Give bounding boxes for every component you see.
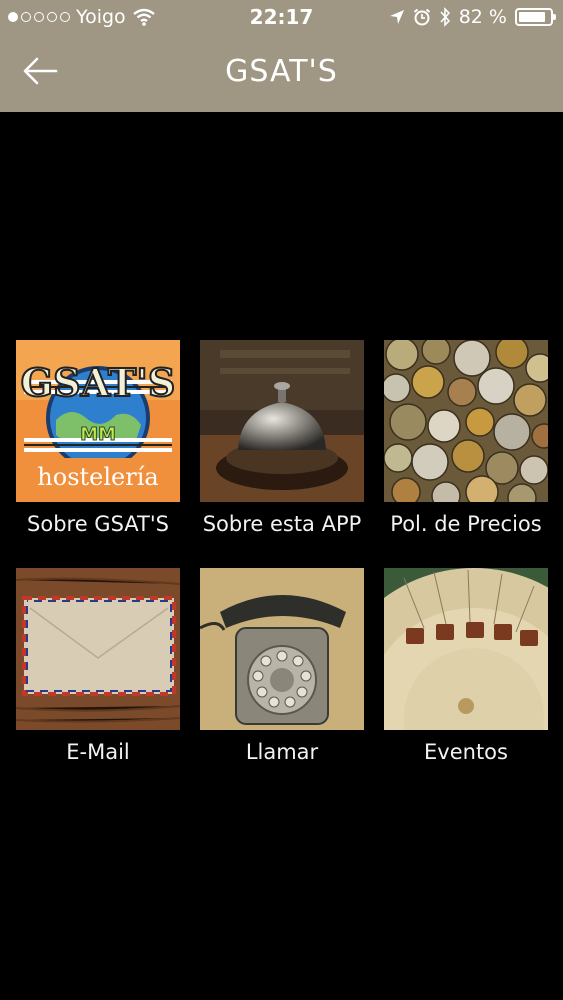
tile-label: Llamar xyxy=(245,740,319,764)
tile-label: Sobre esta APP xyxy=(202,512,362,536)
tile-label: Sobre GSAT'S xyxy=(27,512,169,536)
tile-email[interactable]: E-Mail xyxy=(16,568,180,764)
top-bar: Yoigo 22:17 82 % GSAT'S xyxy=(0,0,563,112)
tile-eventos[interactable]: Eventos xyxy=(384,568,548,764)
status-bar: Yoigo 22:17 82 % xyxy=(0,0,563,36)
telephone-image xyxy=(200,568,364,730)
tile-label: Pol. de Precios xyxy=(390,512,542,536)
nav-bar: GSAT'S xyxy=(0,40,563,108)
alarm-clock-icon xyxy=(413,8,430,26)
bluetooth-icon xyxy=(440,7,450,27)
logo-badge: MM xyxy=(80,424,116,445)
battery-icon xyxy=(515,8,556,26)
location-arrow-icon xyxy=(389,10,404,24)
tile-sobre-app[interactable]: Sobre esta APP xyxy=(200,340,364,536)
tile-label: Eventos xyxy=(424,740,508,764)
tile-llamar[interactable]: Llamar xyxy=(200,568,364,764)
calendar-dial-image xyxy=(384,568,548,730)
page-title: GSAT'S xyxy=(225,54,338,89)
tile-label: E-Mail xyxy=(66,740,130,764)
envelope-image xyxy=(16,568,180,730)
logo-subtitle: hostelería xyxy=(37,463,158,491)
logo-text: GSAT'S xyxy=(21,360,176,405)
tile-sobre-gsats[interactable]: GSAT'S MM hostelería Sobre GSAT'S xyxy=(16,340,180,536)
gsats-logo-image: GSAT'S MM hostelería xyxy=(16,340,180,502)
battery-percent: 82 % xyxy=(458,6,507,28)
coins-image xyxy=(384,340,548,502)
service-bell-image xyxy=(200,340,364,502)
tile-precios[interactable]: Pol. de Precios xyxy=(384,340,548,536)
status-right: 82 % xyxy=(389,6,556,28)
